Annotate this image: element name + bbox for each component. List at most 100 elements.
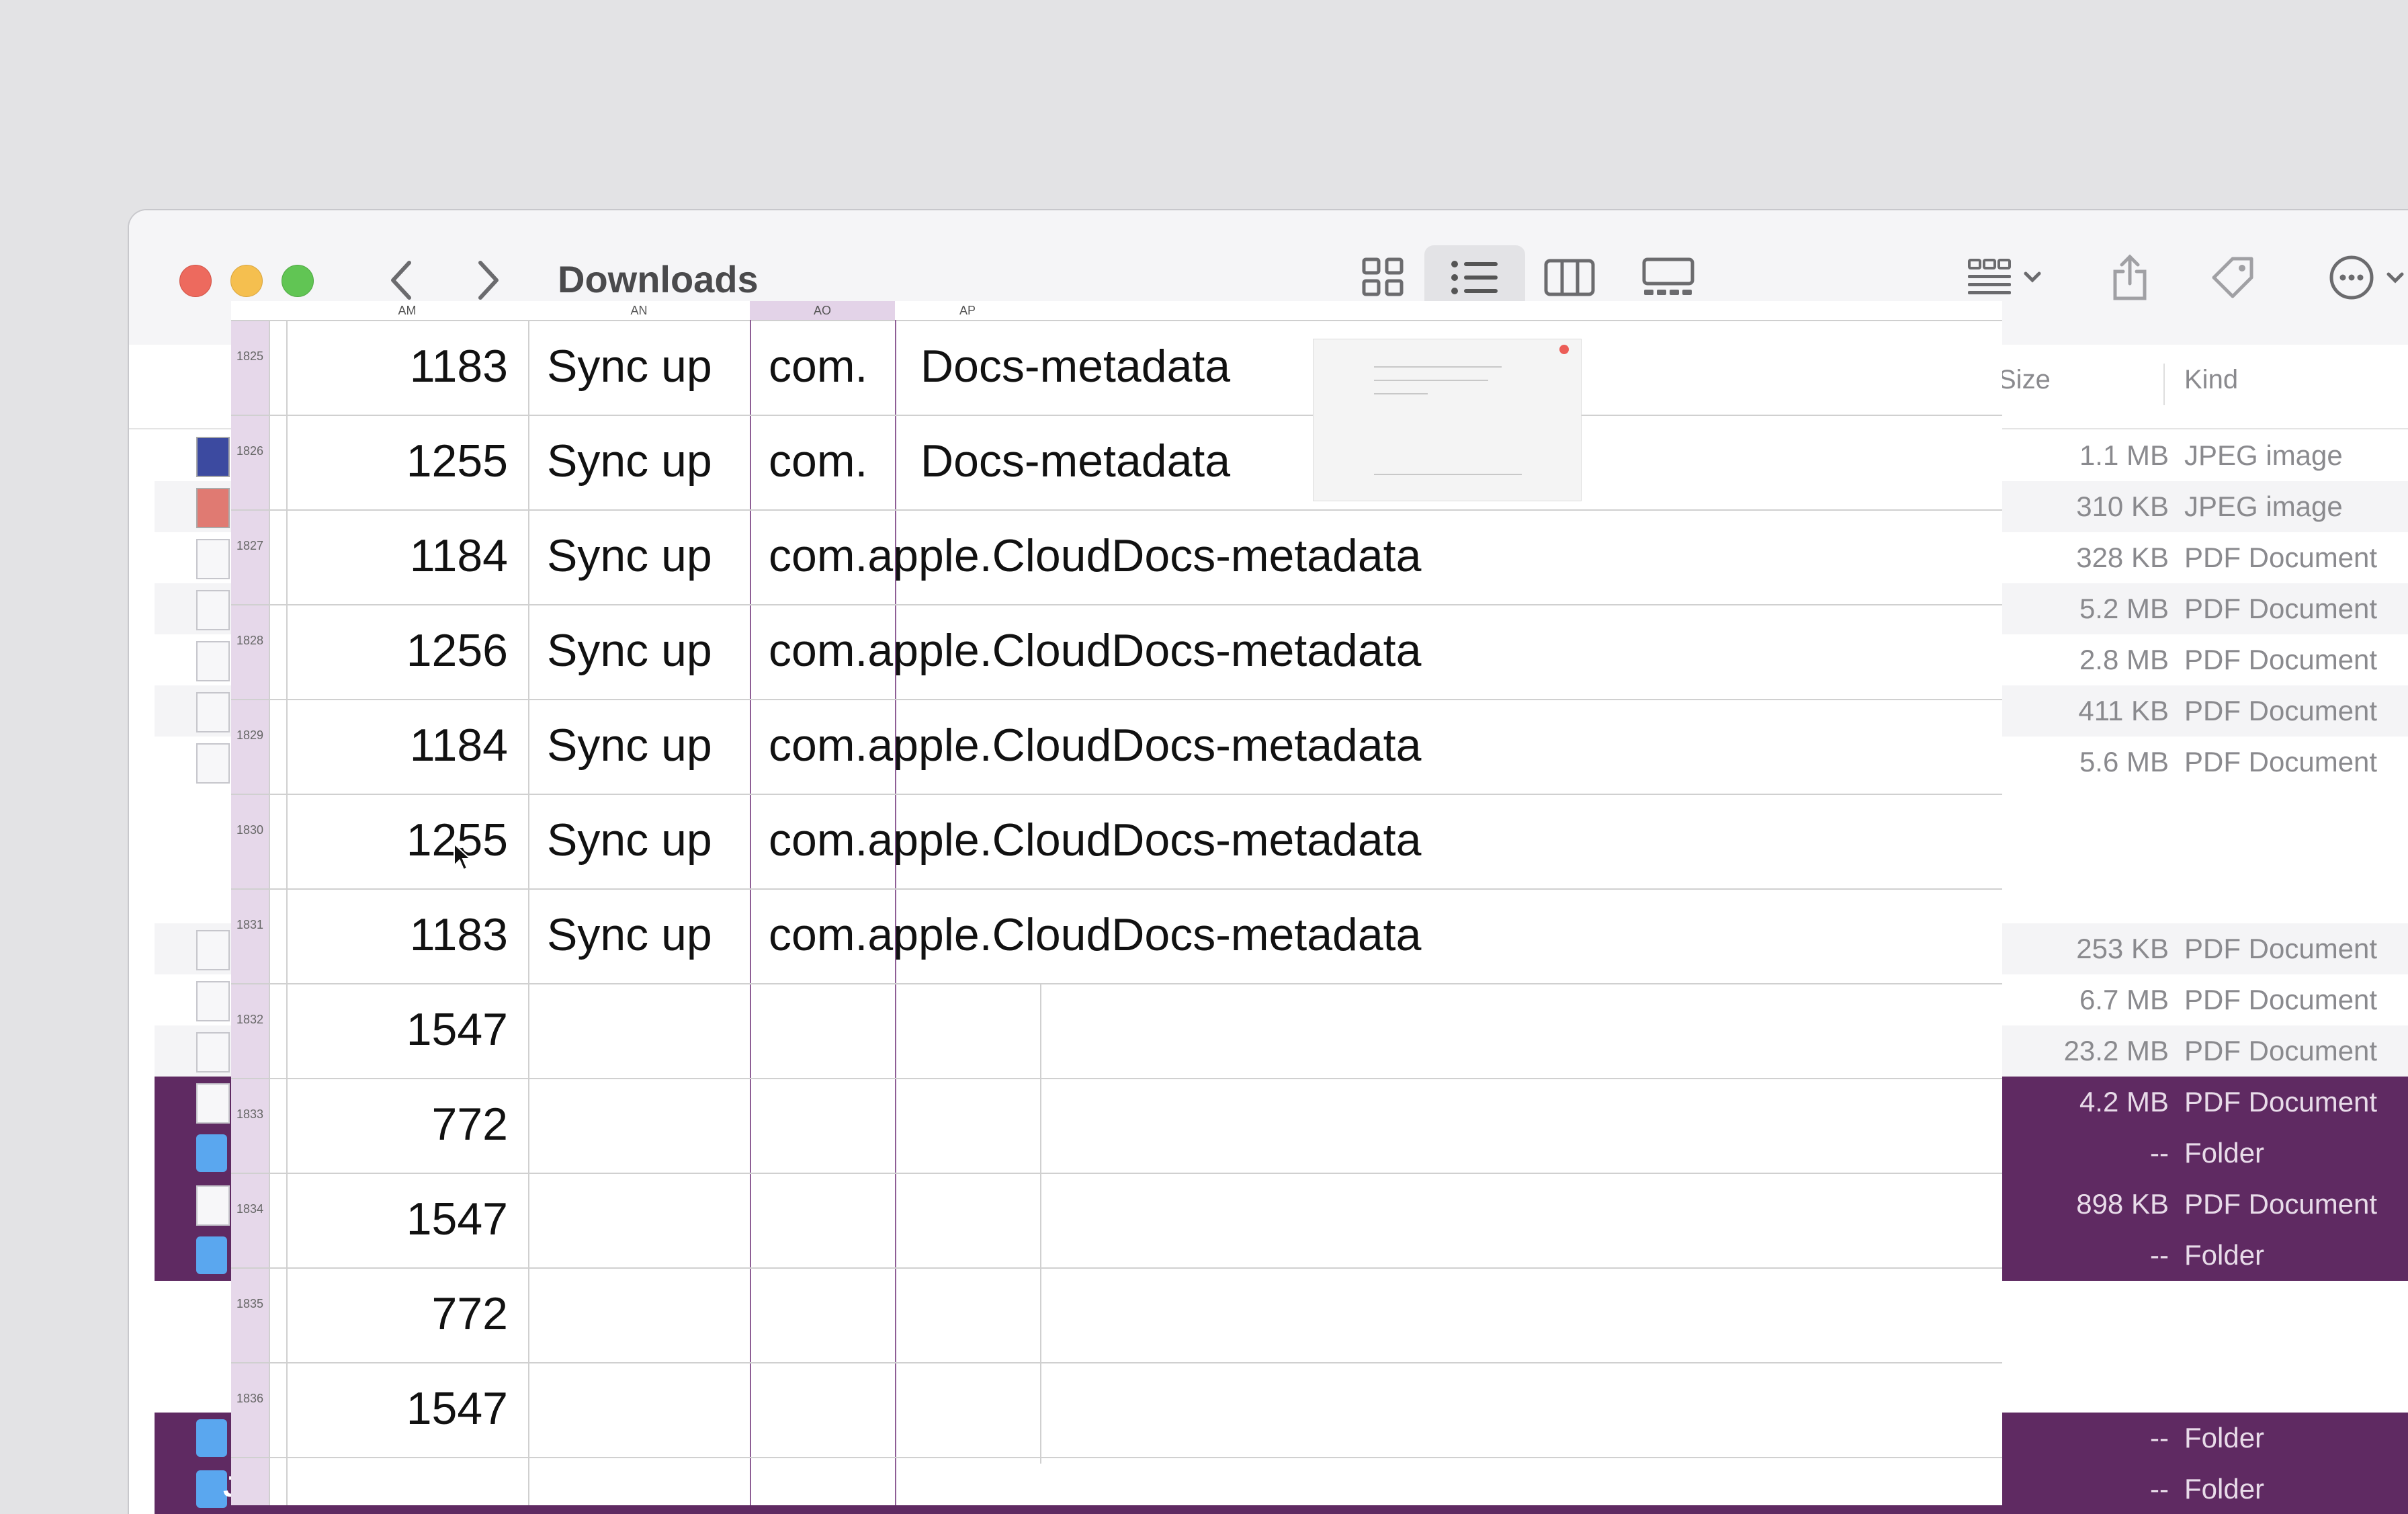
back-button[interactable]: [378, 253, 425, 307]
file-kind: PDF Document: [2184, 1188, 2378, 1220]
row-header[interactable]: 1827: [231, 539, 269, 553]
icon-view-button[interactable]: [1349, 245, 1416, 310]
forward-button[interactable]: [465, 253, 512, 307]
file-size: --: [2150, 1422, 2169, 1454]
file-size: 411 KB: [2078, 695, 2169, 726]
file-size: 5.6 MB: [2079, 746, 2169, 777]
tag-button[interactable]: [2202, 245, 2263, 310]
grid-column-line: [750, 320, 751, 1505]
file-size: --: [2150, 1137, 2169, 1169]
pdf-document-icon: [196, 930, 230, 970]
cell-an[interactable]: Sync up: [547, 530, 712, 582]
list-view-button[interactable]: [1424, 245, 1525, 310]
file-size: --: [2150, 1239, 2169, 1271]
cell-ap[interactable]: Docs-metadata: [920, 340, 1230, 392]
cell-ao[interactable]: com.apple.CloudDocs-metadata: [769, 530, 1421, 582]
file-kind: PDF Document: [2184, 933, 2378, 964]
columns-icon: [1544, 259, 1595, 296]
row-header[interactable]: 1835: [231, 1297, 269, 1311]
file-kind: PDF Document: [2184, 1086, 2378, 1118]
grid-row-line: [231, 1457, 2002, 1458]
pdf-document-icon: [196, 743, 230, 784]
grid-row-line: [231, 888, 2002, 890]
file-kind: Folder: [2184, 1473, 2265, 1505]
cell-ao[interactable]: com.apple.CloudDocs-metadata: [769, 814, 1421, 866]
file-size: 5.2 MB: [2079, 593, 2169, 624]
pdf-document-icon: [196, 539, 230, 579]
file-kind: PDF Document: [2184, 695, 2378, 726]
share-button[interactable]: [2103, 245, 2157, 310]
group-icon: [1968, 259, 2041, 294]
cell-am[interactable]: 1255: [286, 814, 508, 866]
cell-am[interactable]: 1547: [286, 1193, 508, 1245]
row-header[interactable]: 1830: [231, 823, 269, 837]
jpeg-thumbnail-icon: [196, 437, 230, 477]
grid-row-line: [231, 699, 2002, 700]
cell-am[interactable]: 1255: [286, 435, 508, 487]
cell-am[interactable]: 1547: [286, 1382, 508, 1435]
cell-an[interactable]: Sync up: [547, 909, 712, 961]
cell-am[interactable]: 1183: [286, 340, 508, 392]
cell-an[interactable]: Sync up: [547, 814, 712, 866]
zoom-window-button[interactable]: [282, 265, 314, 297]
tag-icon: [2212, 257, 2253, 298]
file-kind: PDF Document: [2184, 593, 2378, 624]
row-header[interactable]: 1828: [231, 634, 269, 648]
row-header[interactable]: 1834: [231, 1202, 269, 1216]
cell-ao[interactable]: com.: [769, 435, 867, 487]
cell-ao[interactable]: com.: [769, 340, 867, 392]
pdf-document-icon: [196, 641, 230, 681]
cell-ao[interactable]: com.apple.CloudDocs-metadata: [769, 719, 1421, 771]
kind-column-header[interactable]: Kind: [2184, 365, 2238, 395]
cell-ao[interactable]: com.apple.CloudDocs-metadata: [769, 909, 1421, 961]
col-header-ao[interactable]: AO: [750, 301, 895, 320]
row-header[interactable]: 1832: [231, 1013, 269, 1027]
cell-an[interactable]: Sync up: [547, 340, 712, 392]
row-header[interactable]: 1831: [231, 918, 269, 932]
file-size: 6.7 MB: [2079, 984, 2169, 1015]
pdf-document-icon: [196, 1032, 230, 1073]
cell-am[interactable]: 1183: [286, 909, 508, 961]
row-header[interactable]: 1826: [231, 444, 269, 458]
file-kind: PDF Document: [2184, 984, 2378, 1015]
grid-column-line: [269, 320, 270, 1505]
ellipsis-circle-icon: [2329, 255, 2404, 300]
col-header-an[interactable]: AN: [528, 301, 750, 320]
col-header-am[interactable]: AM: [286, 301, 528, 320]
row-header[interactable]: 1825: [231, 349, 269, 364]
cell-am[interactable]: 772: [286, 1288, 508, 1340]
cell-am[interactable]: 772: [286, 1098, 508, 1150]
cell-ao[interactable]: com.apple.CloudDocs-metadata: [769, 624, 1421, 677]
column-view-button[interactable]: [1536, 245, 1603, 310]
chevron-right-icon: [478, 261, 499, 300]
file-kind: JPEG image: [2184, 439, 2343, 471]
chevron-left-icon: [391, 261, 411, 300]
cell-ap[interactable]: Docs-metadata: [920, 435, 1230, 487]
file-size: 328 KB: [2076, 542, 2169, 573]
row-header[interactable]: 1829: [231, 728, 269, 743]
pdf-document-icon: [196, 692, 230, 732]
col-header-ap[interactable]: AP: [895, 301, 1040, 320]
cell-am[interactable]: 1184: [286, 530, 508, 582]
gallery-view-button[interactable]: [1631, 245, 1705, 310]
cell-am[interactable]: 1256: [286, 624, 508, 677]
file-kind: PDF Document: [2184, 644, 2378, 675]
grid-row-line: [231, 509, 2002, 511]
cell-am[interactable]: 1184: [286, 719, 508, 771]
row-header[interactable]: 1833: [231, 1107, 269, 1122]
cell-an[interactable]: Sync up: [547, 624, 712, 677]
row-header[interactable]: 1836: [231, 1392, 269, 1406]
minimize-window-button[interactable]: [230, 265, 263, 297]
jpeg-thumbnail-icon: [196, 488, 230, 528]
cell-an[interactable]: Sync up: [547, 435, 712, 487]
cell-am[interactable]: 1547: [286, 1003, 508, 1056]
close-window-button[interactable]: [179, 265, 212, 297]
share-icon: [2113, 254, 2147, 300]
grid-row-line: [231, 1078, 2002, 1079]
pdf-document-icon: [196, 1083, 230, 1124]
file-size: --: [2150, 1473, 2169, 1505]
group-by-button[interactable]: [1956, 245, 2057, 310]
cell-an[interactable]: Sync up: [547, 719, 712, 771]
more-actions-button[interactable]: [2325, 245, 2408, 310]
size-column-header[interactable]: Size: [1998, 365, 2051, 395]
